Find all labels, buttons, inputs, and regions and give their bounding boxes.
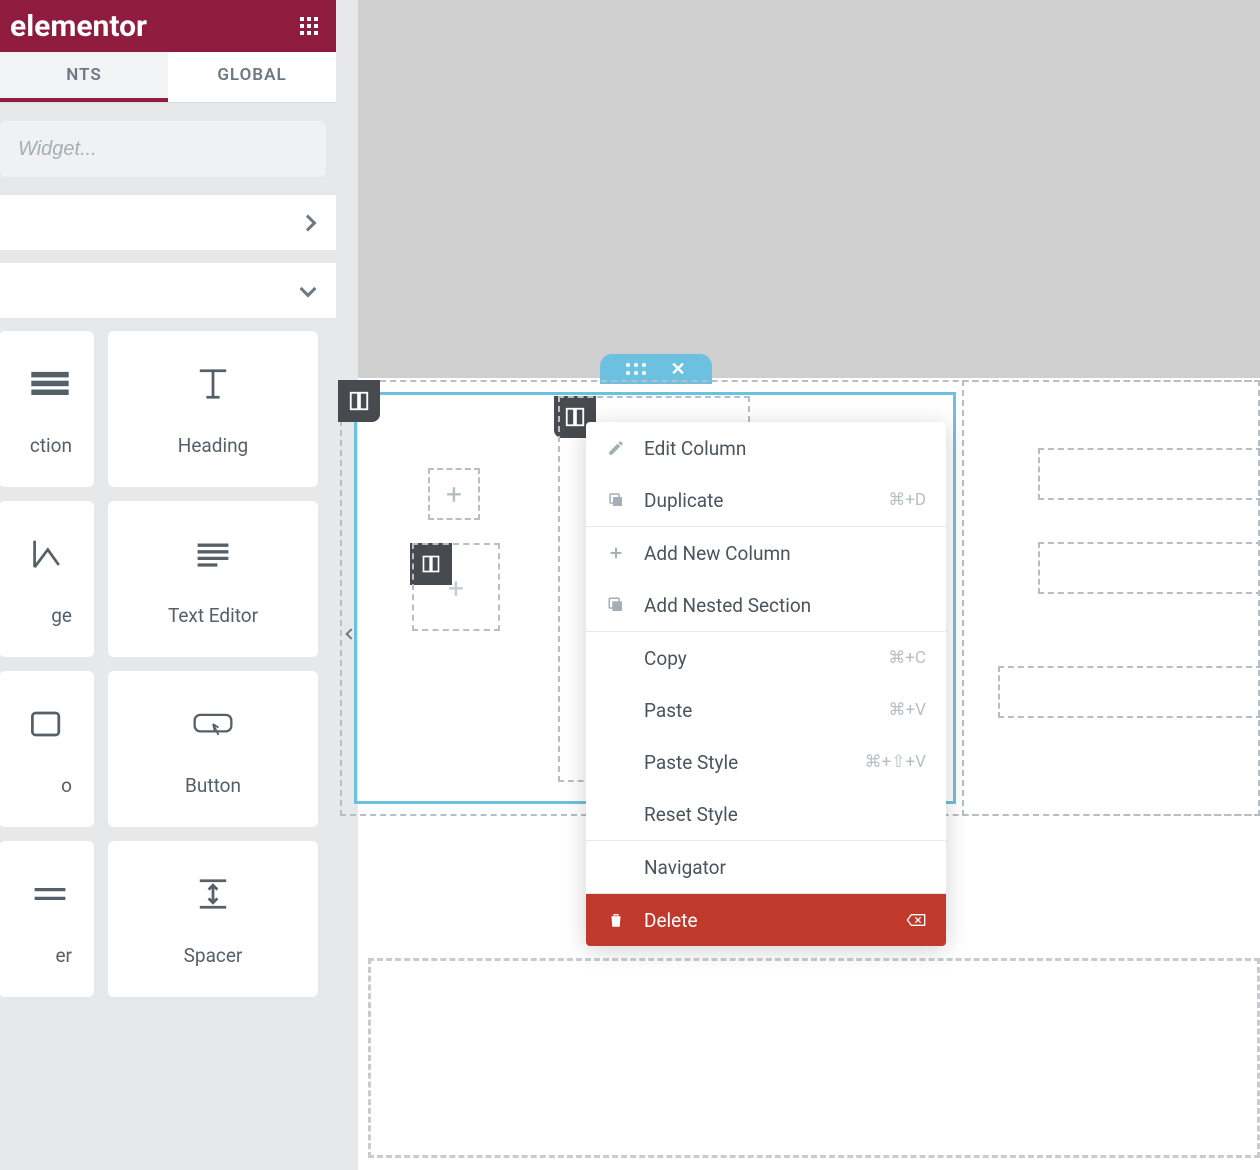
menu-edit-column[interactable]: Edit Column [586,422,946,474]
menu-add-new-column[interactable]: Add New Column [586,527,946,579]
widget-label: ge [51,604,72,627]
column-placeholder-right[interactable] [962,380,1260,816]
widget-placeholder[interactable] [998,666,1260,718]
widget-label: Text Editor [168,604,258,627]
section-icon [606,596,626,614]
widget-placeholder[interactable] [1038,448,1260,500]
widget-label: ction [30,434,72,457]
close-icon[interactable]: ✕ [670,359,685,380]
columns-icon [28,362,72,406]
widget-label: o [61,774,72,797]
column-context-menu: Edit Column Duplicate ⌘+D Add New Column… [586,422,946,946]
duplicate-icon [606,491,626,509]
video-icon [28,702,72,746]
widget-video[interactable]: o [0,671,94,827]
widget-text-editor[interactable]: Text Editor [108,501,318,657]
widget-spacer[interactable]: Spacer [108,841,318,997]
widget-divider[interactable]: er [0,841,94,997]
chevron-right-icon [300,214,317,231]
delete-key-icon [906,910,926,930]
spacer-icon [191,872,235,916]
chevron-down-icon [300,280,317,297]
column-handle-left[interactable] [338,380,380,422]
text-editor-icon [191,532,235,576]
widget-heading[interactable]: Heading [108,331,318,487]
tab-global[interactable]: GLOBAL [168,52,336,102]
widget-placeholder[interactable] [1038,542,1260,594]
divider-icon [28,872,72,916]
add-widget-placeholder-inner[interactable]: + [432,564,480,612]
menu-reset-style[interactable]: Reset Style [586,788,946,840]
elementor-logo: elementor [10,9,147,44]
widget-label: Spacer [184,944,243,967]
pencil-icon [606,439,626,457]
widget-image[interactable]: ge [0,501,94,657]
menu-delete[interactable]: Delete [586,894,946,946]
widget-label: er [55,944,72,967]
widgets-panel: ction Heading ge Text Editor o [0,331,336,997]
plus-icon [606,545,626,561]
menu-add-nested-section[interactable]: Add Nested Section [586,579,946,631]
search-container [0,103,336,195]
menu-paste-style[interactable]: Paste Style ⌘+⇧+V [586,736,946,788]
accordion-expanded[interactable] [0,263,336,319]
apps-grid-icon[interactable] [300,17,318,35]
sidebar-header: elementor [0,0,336,52]
drag-handle-icon[interactable] [626,363,646,375]
menu-navigator[interactable]: Navigator [586,841,946,893]
add-section-placeholder[interactable] [368,958,1260,1158]
button-icon [191,702,235,746]
widget-label: Heading [178,434,248,457]
canvas-placeholder-block [358,0,1260,378]
menu-duplicate[interactable]: Duplicate ⌘+D [586,474,946,526]
menu-paste[interactable]: Paste ⌘+V [586,684,946,736]
tab-elements[interactable]: NTS [0,52,168,102]
heading-icon [191,362,235,406]
image-icon [28,532,72,576]
sidebar: elementor NTS GLOBAL ction Heading [0,0,336,1170]
trash-icon [606,911,626,929]
sidebar-tabs: NTS GLOBAL [0,52,336,103]
menu-copy[interactable]: Copy ⌘+C [586,632,946,684]
widget-label: Button [185,774,241,797]
accordion-collapsed[interactable] [0,195,336,251]
columns-icon [348,390,370,412]
widget-button[interactable]: Button [108,671,318,827]
add-widget-placeholder[interactable]: + [428,468,480,520]
search-input[interactable] [0,121,326,177]
widget-inner-section[interactable]: ction [0,331,94,487]
